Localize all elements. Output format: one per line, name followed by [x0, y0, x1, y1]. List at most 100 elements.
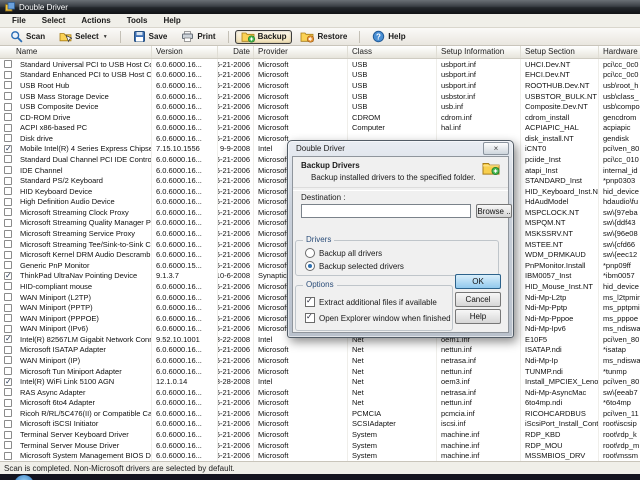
row-checkbox[interactable] [4, 367, 12, 375]
cell-name: HID Keyboard Device [16, 186, 152, 197]
radio-backup-selected-drivers[interactable]: Backup selected drivers [305, 261, 404, 271]
dialog-close-button[interactable]: × [483, 142, 509, 155]
row-checkbox[interactable] [4, 219, 12, 227]
row-checkbox[interactable] [4, 124, 12, 132]
table-row[interactable]: Terminal Server Mouse Driver 6.0.6000.16… [0, 440, 640, 451]
table-row[interactable]: Terminal Server Keyboard Driver 6.0.6000… [0, 429, 640, 440]
cell-setup-section: EHCI.Dev.NT [521, 70, 599, 81]
print-button[interactable]: Print [175, 30, 221, 44]
table-row[interactable]: ACPI x86-based PC 6.0.6000.16... 6-21-20… [0, 122, 640, 133]
cancel-button[interactable]: Cancel [455, 292, 501, 307]
table-row[interactable]: WAN Miniport (IP) 6.0.6000.16... 6-21-20… [0, 355, 640, 366]
row-checkbox[interactable] [4, 282, 12, 290]
row-checkbox[interactable] [4, 103, 12, 111]
help-button[interactable]: ? Help [366, 30, 411, 44]
backup-button[interactable]: Backup [235, 30, 293, 44]
destination-input[interactable] [301, 204, 471, 218]
row-checkbox[interactable] [4, 145, 12, 153]
row-checkbox[interactable] [4, 388, 12, 396]
menu-item-file[interactable]: File [6, 15, 32, 26]
row-checkbox[interactable] [4, 71, 12, 79]
column-header-hardware[interactable]: Hardware [599, 46, 640, 58]
column-header-name[interactable]: Name [0, 46, 152, 58]
row-checkbox[interactable] [4, 198, 12, 206]
column-header-version[interactable]: Version [152, 46, 218, 58]
cell-setup-section: WDM_DRMKAUD [521, 249, 599, 260]
row-checkbox[interactable] [4, 314, 12, 322]
restore-button[interactable]: Restore [294, 30, 353, 44]
checkbox-open-explorer[interactable]: Open Explorer window when finished [305, 313, 451, 323]
row-checkbox[interactable] [4, 208, 12, 216]
row-checkbox[interactable] [4, 335, 12, 343]
row-checkbox[interactable] [4, 304, 12, 312]
table-row[interactable]: RAS Async Adapter 6.0.6000.16... 6-21-20… [0, 387, 640, 398]
row-checkbox[interactable] [4, 155, 12, 163]
table-row[interactable]: CD-ROM Drive 6.0.6000.16... 6-21-2006 Mi… [0, 112, 640, 123]
row-checkbox[interactable] [4, 356, 12, 364]
row-checkbox[interactable] [4, 230, 12, 238]
menu-item-help[interactable]: Help [157, 15, 186, 26]
row-checkbox[interactable] [4, 409, 12, 417]
menu-item-tools[interactable]: Tools [121, 15, 154, 26]
menu-item-select[interactable]: Select [36, 15, 72, 26]
row-checkbox[interactable] [4, 272, 12, 280]
row-checkbox[interactable] [4, 346, 12, 354]
row-checkbox[interactable] [4, 431, 12, 439]
checkbox-extract-additional-files[interactable]: Extract additional files if available [305, 297, 437, 307]
column-header-setup-section[interactable]: Setup Section [521, 46, 599, 58]
start-orb[interactable] [14, 475, 34, 480]
table-row[interactable]: Microsoft 6to4 Adapter 6.0.6000.16... 6-… [0, 398, 640, 409]
row-checkbox[interactable] [4, 134, 12, 142]
column-header-date[interactable]: Date [218, 46, 254, 58]
column-header-provider[interactable]: Provider [254, 46, 348, 58]
table-row[interactable]: Intel(R) WiFi Link 5100 AGN 12.1.0.14 8-… [0, 376, 640, 387]
table-row[interactable]: Ricoh R/RL/5C476(II) or Compatible CardB… [0, 408, 640, 419]
row-checkbox[interactable] [4, 113, 12, 121]
row-checkbox[interactable] [4, 187, 12, 195]
table-row[interactable]: Standard Universal PCI to USB Host Contr… [0, 59, 640, 70]
titlebar[interactable]: Double Driver [0, 0, 640, 14]
radio-backup-all-drivers[interactable]: Backup all drivers [305, 248, 382, 258]
row-checkbox[interactable] [4, 378, 12, 386]
row-checkbox[interactable] [4, 92, 12, 100]
cell-hardware: pci\ven_11 [599, 408, 640, 419]
cell-name: Microsoft Streaming Quality Manager Prox… [16, 218, 152, 229]
save-button[interactable]: Save [127, 30, 174, 44]
table-row[interactable]: Microsoft System Management BIOS Driver … [0, 450, 640, 461]
table-row[interactable]: Microsoft ISATAP Adapter 6.0.6000.16... … [0, 345, 640, 356]
row-checkbox[interactable] [4, 60, 12, 68]
save-icon [133, 30, 146, 43]
ok-button[interactable]: OK [455, 274, 501, 289]
browse-button[interactable]: Browse .. [476, 204, 512, 218]
table-row[interactable]: Microsoft iSCSI Initiator 6.0.6000.16...… [0, 419, 640, 430]
row-checkbox[interactable] [4, 251, 12, 259]
app-icon [5, 2, 15, 12]
row-checkbox[interactable] [4, 166, 12, 174]
row-checkbox[interactable] [4, 81, 12, 89]
table-row[interactable]: USB Composite Device 6.0.6000.16... 6-21… [0, 101, 640, 112]
row-checkbox[interactable] [4, 177, 12, 185]
cell-setup-section: RDP_MOU [521, 440, 599, 451]
column-header-class[interactable]: Class [348, 46, 437, 58]
cell-hardware: *ibm0057 [599, 271, 640, 282]
row-checkbox[interactable] [4, 293, 12, 301]
cell-date: 6-21-2006 [218, 70, 254, 81]
table-row[interactable]: USB Root Hub 6.0.6000.16... 6-21-2006 Mi… [0, 80, 640, 91]
table-row[interactable]: Microsoft Tun Miniport Adapter 6.0.6000.… [0, 366, 640, 377]
table-row[interactable]: USB Mass Storage Device 6.0.6000.16... 6… [0, 91, 640, 102]
row-checkbox[interactable] [4, 399, 12, 407]
column-header-setup-information[interactable]: Setup Information [437, 46, 521, 58]
dialog-titlebar[interactable]: Double Driver × [288, 141, 513, 155]
row-checkbox[interactable] [4, 441, 12, 449]
row-checkbox[interactable] [4, 240, 12, 248]
cell-setup-section: HID_Keyboard_Inst.NT [521, 186, 599, 197]
row-checkbox[interactable] [4, 261, 12, 269]
row-checkbox[interactable] [4, 325, 12, 333]
dialog-help-button[interactable]: Help [455, 309, 501, 324]
row-checkbox[interactable] [4, 420, 12, 428]
row-checkbox[interactable] [4, 452, 12, 460]
scan-button[interactable]: Scan [4, 30, 51, 44]
table-row[interactable]: Standard Enhanced PCI to USB Host Contro… [0, 70, 640, 81]
select-button[interactable]: Select ▼ [53, 30, 114, 44]
menu-item-actions[interactable]: Actions [75, 15, 116, 26]
